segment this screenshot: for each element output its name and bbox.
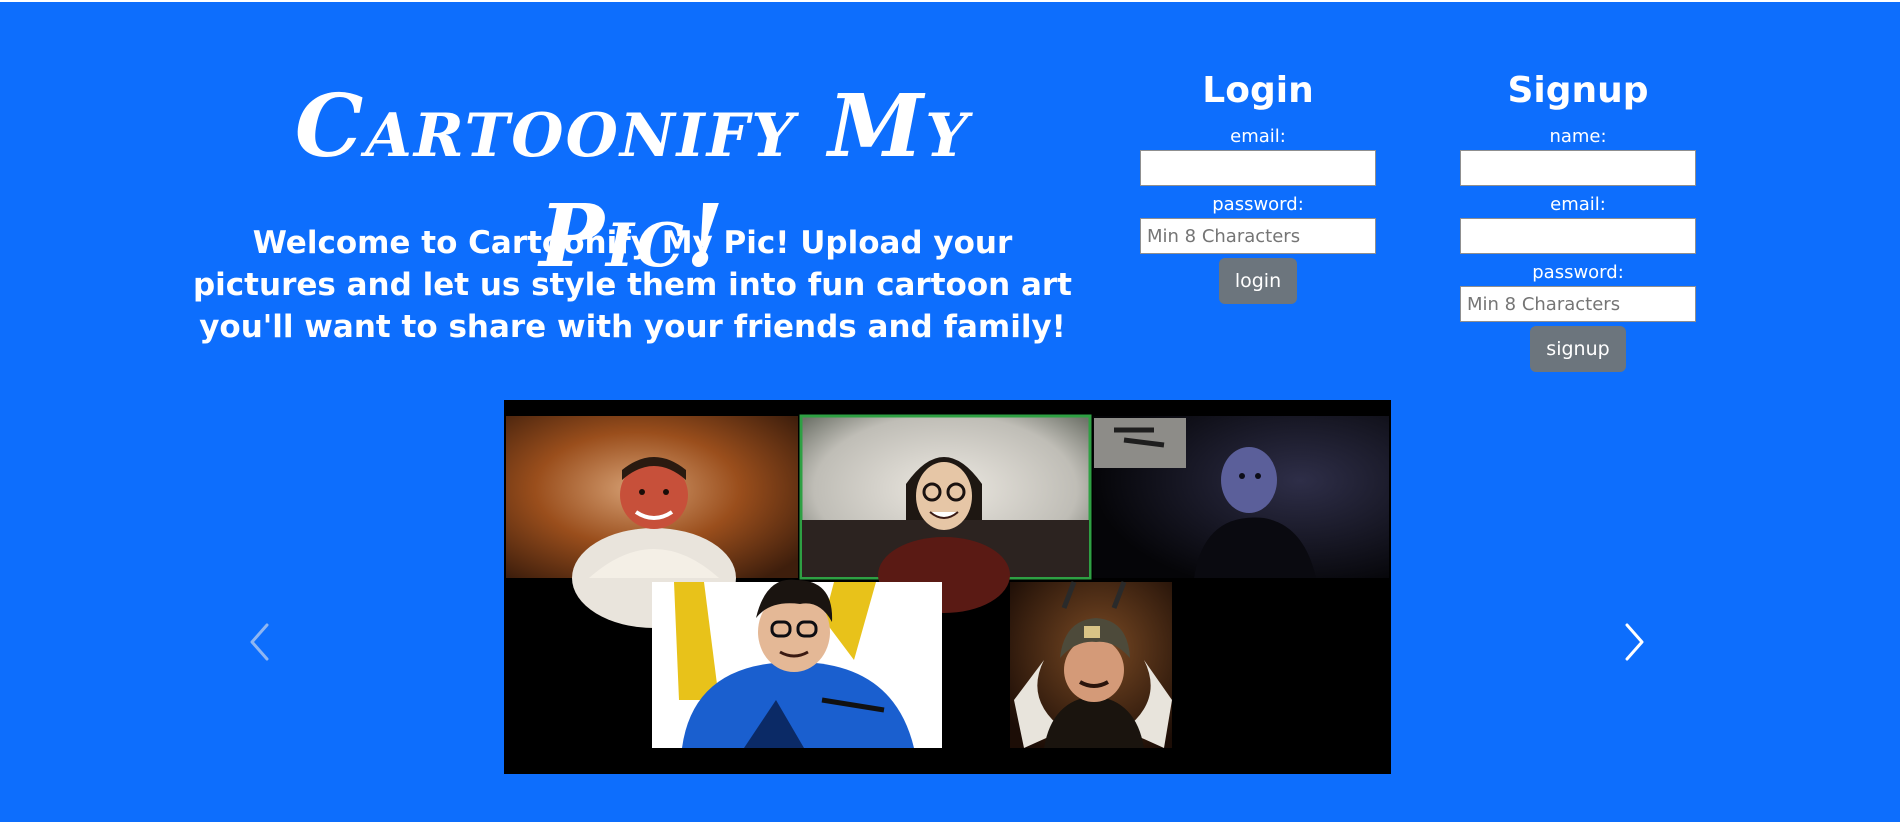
participant-tile-5 [1010, 581, 1172, 748]
carousel-prev-button[interactable] [232, 612, 292, 672]
cartoon-video-call-image [506, 414, 1389, 748]
signup-email-label: email: [1550, 194, 1606, 215]
participant-tile-3 [1093, 416, 1389, 578]
login-email-label: email: [1230, 126, 1286, 147]
login-button[interactable]: login [1218, 258, 1298, 304]
signup-name-input[interactable] [1460, 150, 1696, 186]
participant-tile-4 [652, 579, 942, 748]
signup-password-input[interactable] [1460, 286, 1696, 322]
login-form: Login email: password: login [1140, 64, 1376, 304]
signup-title: Signup [1507, 70, 1649, 111]
page-background: Cartoonify My Pic! Welcome to Cartoonify… [0, 2, 1900, 822]
signup-password-label: password: [1532, 262, 1624, 283]
signup-email-input[interactable] [1460, 218, 1696, 254]
carousel-next-button[interactable] [1602, 612, 1662, 672]
welcome-message: Welcome to Cartoonify My Pic! Upload you… [192, 225, 1073, 345]
login-password-label: password: [1212, 194, 1304, 215]
login-password-input[interactable] [1140, 218, 1376, 254]
chevron-left-icon [250, 623, 269, 661]
login-email-input[interactable] [1140, 150, 1376, 186]
chevron-right-icon [1625, 623, 1644, 661]
carousel-slide-image [504, 400, 1391, 774]
login-title: Login [1202, 70, 1314, 111]
signup-button[interactable]: signup [1530, 326, 1626, 372]
signup-name-label: name: [1549, 126, 1607, 147]
signup-form: Signup name: email: password: signup [1460, 64, 1696, 372]
site-title: Cartoonify My Pic! [294, 76, 971, 287]
